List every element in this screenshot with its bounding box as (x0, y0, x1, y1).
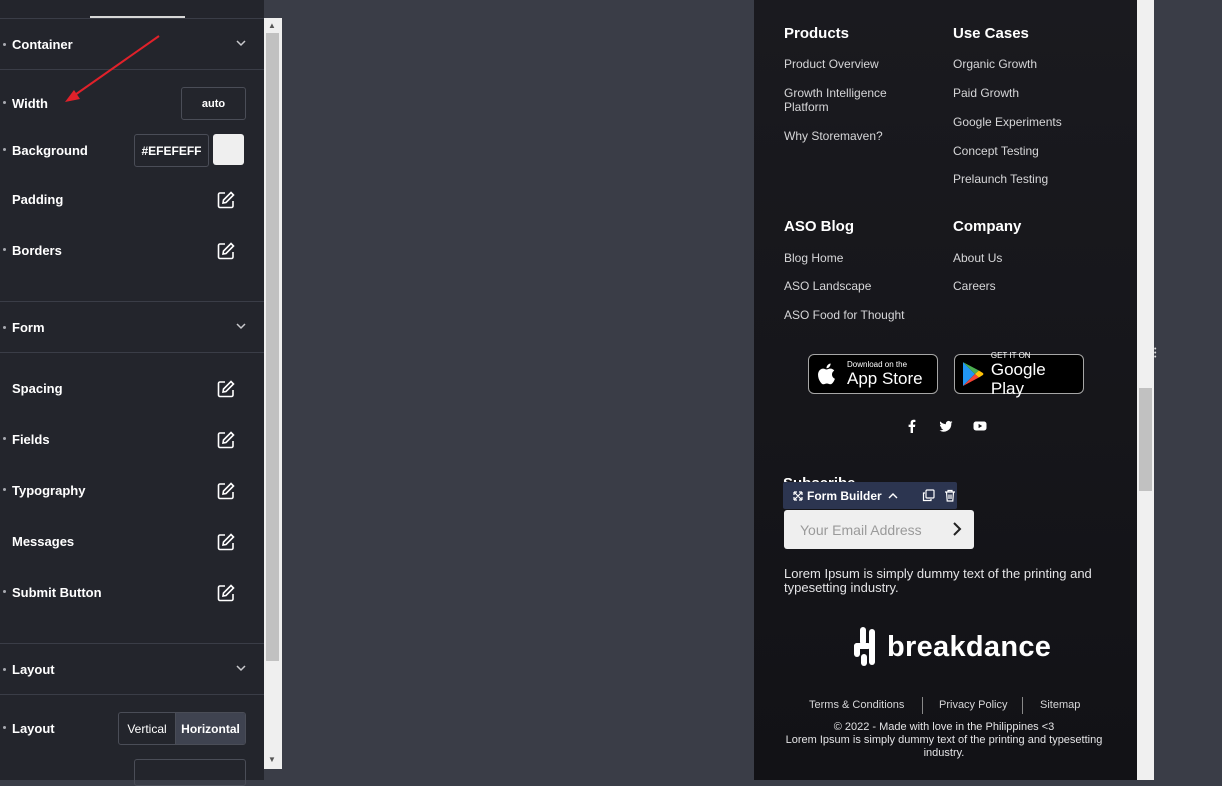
copyright-description: Lorem Ipsum is simply dummy text of the … (785, 734, 1103, 759)
padding-label: Padding (12, 192, 64, 207)
bullet (3, 326, 6, 329)
bullet (3, 101, 6, 104)
edit-icon[interactable] (216, 430, 236, 450)
trash-icon[interactable] (944, 489, 956, 502)
copyright-line: © 2022 - Made with love in the Philippin… (833, 721, 1055, 733)
bullet (3, 668, 6, 671)
app-store-small-text: Download on the (847, 360, 908, 369)
bullet (3, 726, 6, 729)
canvas-scrollbar-thumb[interactable] (1139, 388, 1152, 491)
footer-link[interactable]: Careers (953, 279, 996, 293)
background-color-input[interactable]: #EFEFEFF (134, 134, 209, 167)
apple-icon (818, 363, 835, 385)
bullet (3, 590, 6, 593)
footer-column-title: Company (953, 218, 1022, 235)
layout-vertical-option[interactable]: Vertical (119, 713, 176, 744)
chevron-down-icon[interactable] (235, 662, 247, 674)
edit-icon[interactable] (216, 583, 236, 603)
bullet (3, 248, 6, 251)
properties-panel: Container Width auto Background #EFEFEFF… (0, 0, 264, 786)
google-play-big-text: Google Play (990, 359, 1046, 398)
footer-link[interactable]: Concept Testing (953, 144, 1039, 158)
background-color-swatch[interactable] (213, 134, 244, 165)
chevron-right-icon[interactable] (952, 521, 962, 537)
divider (922, 697, 923, 714)
breakdance-logo: breakdance (851, 627, 1051, 667)
messages-label: Messages (12, 534, 75, 549)
google-play-small-text: GET IT ON (990, 350, 1031, 360)
footer-link[interactable]: Blog Home (784, 251, 843, 265)
section-title: Layout (12, 661, 55, 677)
edit-icon[interactable] (216, 190, 236, 210)
edit-icon[interactable] (216, 481, 236, 501)
footer-link[interactable]: Prelaunch Testing (953, 172, 1048, 186)
youtube-icon[interactable] (973, 419, 987, 433)
breakdance-logo-icon (854, 627, 875, 666)
bullet (3, 43, 6, 46)
section-title: Form (12, 319, 45, 335)
footer-link[interactable]: Google Experiments (953, 115, 1062, 129)
twitter-icon[interactable] (939, 419, 953, 433)
footer-column-title: ASO Blog (784, 218, 854, 235)
footer-description: Lorem Ipsum is simply dummy text of the … (784, 566, 1092, 595)
footer-link[interactable]: Growth Intelligence Platform (784, 86, 924, 114)
chevron-down-icon[interactable] (235, 320, 247, 332)
scroll-down-arrow-icon[interactable]: ▼ (268, 755, 276, 764)
footer-legal-link[interactable]: Sitemap (1040, 699, 1080, 711)
divider (1022, 697, 1023, 714)
bullet (3, 488, 6, 491)
edit-icon[interactable] (216, 532, 236, 552)
expand-icon[interactable] (793, 490, 803, 501)
submit-button-label: Submit Button (12, 585, 102, 600)
form-builder-label: Form Builder (807, 488, 882, 503)
chevron-down-icon[interactable] (235, 37, 247, 49)
edit-icon[interactable] (216, 379, 236, 399)
footer-link[interactable]: ASO Landscape (784, 279, 871, 293)
footer-column-title: Use Cases (953, 25, 1029, 42)
resize-handle-icon[interactable]: • • • (1154, 346, 1159, 361)
footer-link[interactable]: ASO Food for Thought (784, 308, 905, 322)
google-play-icon (962, 362, 984, 386)
edit-icon[interactable] (216, 241, 236, 261)
typography-label: Typography (12, 483, 86, 498)
email-placeholder: Your Email Address (800, 521, 922, 538)
form-builder-toolbar[interactable]: Form Builder (783, 482, 957, 509)
section-layout[interactable]: Layout (0, 643, 264, 695)
footer-link[interactable]: Organic Growth (953, 57, 1037, 71)
layout-label: Layout (12, 721, 55, 736)
borders-label: Borders (12, 243, 62, 258)
background-label: Background (12, 143, 88, 158)
chevron-up-icon[interactable] (888, 492, 898, 500)
scroll-up-arrow-icon[interactable]: ▲ (268, 21, 276, 30)
width-label: Width (12, 96, 48, 111)
section-form[interactable]: Form (0, 301, 264, 353)
section-container[interactable]: Container (0, 18, 264, 70)
footer-link[interactable]: About Us (953, 251, 1002, 265)
section-title: Container (12, 36, 73, 52)
copyright-block: © 2022 - Made with love in the Philippin… (784, 721, 1104, 760)
footer-column-title: Products (784, 25, 850, 42)
facebook-icon[interactable] (905, 419, 919, 433)
partial-input[interactable] (134, 759, 246, 786)
duplicate-icon[interactable] (922, 489, 935, 502)
panel-scrollbar-thumb[interactable] (266, 33, 279, 661)
fields-label: Fields (12, 432, 50, 447)
footer-legal-link[interactable]: Privacy Policy (939, 699, 1007, 711)
layout-toggle: Vertical Horizontal (118, 712, 246, 745)
spacing-label: Spacing (12, 381, 63, 396)
footer-link[interactable]: Paid Growth (953, 86, 1019, 100)
bullet (3, 437, 6, 440)
footer-link[interactable]: Why Storemaven? (784, 129, 883, 143)
width-input[interactable]: auto (181, 87, 246, 120)
app-store-big-text: App Store (847, 369, 923, 388)
app-store-badge[interactable]: Download on the App Store (808, 354, 938, 394)
email-input[interactable]: Your Email Address (784, 510, 974, 549)
layout-horizontal-option[interactable]: Horizontal (176, 713, 245, 744)
breakdance-logo-text: breakdance (887, 630, 1052, 663)
footer-legal-link[interactable]: Terms & Conditions (809, 699, 904, 711)
google-play-badge[interactable]: GET IT ON Google Play (954, 350, 1084, 398)
bullet (3, 148, 6, 151)
footer-link[interactable]: Product Overview (784, 57, 879, 71)
